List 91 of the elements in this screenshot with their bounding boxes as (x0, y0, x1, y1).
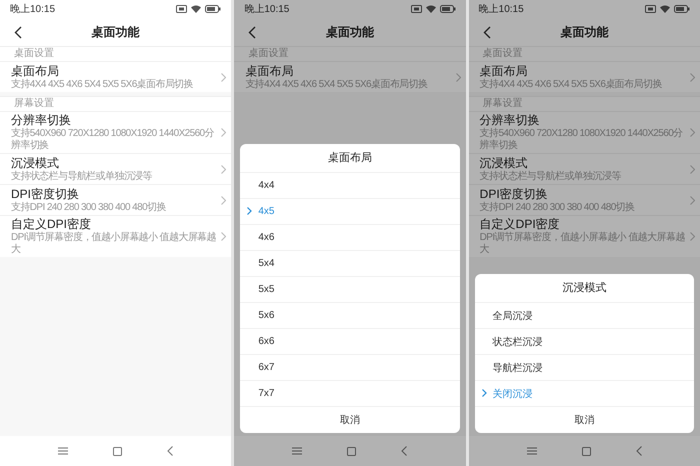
sim-icon (410, 5, 422, 13)
row-title: 桌面布局 (11, 64, 59, 78)
battery-icon (440, 5, 456, 13)
settings-row[interactable]: 分辨率切换 支持540X960 720X1280 1080X1920 1440X2560分辨率切换 (0, 111, 232, 153)
chevron-icon (221, 72, 226, 82)
back-icon[interactable] (14, 26, 22, 39)
sim-icon (176, 5, 188, 13)
chevron-icon (690, 128, 695, 137)
settings-row[interactable]: 自定义DPI密度 DPI调节屏幕密度，值越小屏幕越小 值越大屏幕越大 (468, 215, 700, 257)
row-subtitle: 支持4X4 4X5 4X6 5X4 5X5 5X6桌面布局切换 (480, 78, 662, 90)
row-subtitle: 支持DPI 240 280 300 380 400 480切换 (480, 202, 635, 214)
row-subtitle: 支持DPI 240 280 300 380 400 480切换 (11, 202, 166, 214)
section-label: 桌面设置 (468, 46, 700, 61)
chevron-icon (456, 72, 461, 82)
option-item[interactable]: 6x7 (240, 355, 460, 381)
home-icon[interactable] (582, 446, 591, 456)
option-item[interactable]: 6x6 (240, 329, 460, 355)
back-icon[interactable] (248, 26, 256, 39)
option-item[interactable]: 5x6 (240, 303, 460, 329)
home-icon[interactable] (113, 446, 122, 456)
page-title: 桌面功能 (560, 24, 608, 40)
section-label: 屏幕设置 (468, 96, 700, 111)
option-item[interactable]: 5x4 (240, 251, 460, 277)
chevron-icon (482, 389, 487, 397)
section-label: 桌面设置 (234, 46, 466, 61)
status-time: 晚上10:15 (478, 2, 524, 16)
status-time: 晚上10:15 (244, 2, 290, 16)
option-item[interactable]: 5x5 (240, 277, 460, 303)
chevron-icon (221, 232, 226, 241)
settings-row[interactable]: 桌面布局 支持4X4 4X5 4X6 5X4 5X5 5X6桌面布局切换 (234, 61, 466, 92)
row-title: 自定义DPI密度 (11, 217, 92, 232)
option-item[interactable]: 状态栏沉浸 (474, 329, 694, 355)
battery-icon (674, 5, 690, 13)
option-item[interactable]: 全局沉浸 (474, 303, 694, 329)
option-item[interactable]: 关闭沉浸 (474, 381, 694, 407)
row-title: 沉浸模式 (11, 156, 59, 170)
sim-icon (644, 5, 656, 13)
cancel-button[interactable]: 取消 (474, 407, 694, 433)
row-subtitle: DPI调节屏幕密度，值越小屏幕越小 值越大屏幕越大 (11, 232, 218, 256)
row-subtitle: 支持状态栏与导航栏或单独沉浸等 (11, 170, 152, 182)
chevron-icon (690, 72, 695, 82)
cancel-button[interactable]: 取消 (240, 407, 460, 433)
settings-row[interactable]: DPI密度切换 支持DPI 240 280 300 380 400 480切换 (468, 184, 700, 215)
row-title: 桌面布局 (245, 64, 294, 78)
row-subtitle: 支持状态栏与导航栏或单独沉浸等 (480, 170, 621, 182)
dialog-title: 桌面布局 (240, 144, 460, 173)
dialog-title: 沉浸模式 (474, 274, 694, 303)
row-subtitle: DPI调节屏幕密度，值越小屏幕越小 值越大屏幕越大 (480, 232, 686, 256)
chevron-icon (690, 232, 695, 241)
status-time: 晚上10:15 (10, 2, 56, 16)
chevron-icon (247, 207, 252, 215)
settings-row[interactable]: 自定义DPI密度 DPI调节屏幕密度，值越小屏幕越小 值越大屏幕越大 (0, 215, 232, 257)
wifi-icon (660, 5, 670, 13)
row-subtitle: 支持4X4 4X5 4X6 5X4 5X5 5X6桌面布局切换 (11, 78, 194, 90)
option-item[interactable]: 7x7 (240, 381, 460, 407)
option-item[interactable]: 4x6 (240, 225, 460, 251)
settings-row[interactable]: 分辨率切换 支持540X960 720X1280 1080X1920 1440X2560分辨率切换 (468, 111, 700, 153)
settings-row[interactable]: 沉浸模式 支持状态栏与导航栏或单独沉浸等 (0, 153, 232, 184)
wifi-icon (191, 5, 202, 13)
row-subtitle: 支持540X960 720X1280 1080X1920 1440X2560分辨率切换 (480, 128, 684, 152)
home-icon[interactable] (347, 446, 356, 456)
row-title: DPI密度切换 (480, 186, 548, 202)
settings-row[interactable]: 桌面布局 支持4X4 4X5 4X6 5X4 5X5 5X6桌面布局切换 (0, 61, 232, 92)
row-subtitle: 支持540X960 720X1280 1080X1920 1440X2560分辨率切换 (11, 128, 215, 152)
section-label: 桌面设置 (0, 46, 232, 61)
option-item[interactable]: 导航栏沉浸 (474, 355, 694, 381)
chevron-icon (221, 128, 226, 137)
chevron-icon (221, 196, 226, 204)
page-title: 桌面功能 (326, 24, 374, 40)
row-title: 分辨率切换 (480, 113, 540, 128)
settings-row[interactable]: 沉浸模式 支持状态栏与导航栏或单独沉浸等 (468, 153, 700, 184)
menu-icon[interactable] (58, 447, 68, 455)
row-title: 分辨率切换 (11, 113, 71, 128)
settings-row[interactable]: DPI密度切换 支持DPI 240 280 300 380 400 480切换 (0, 184, 232, 215)
menu-icon[interactable] (292, 447, 302, 455)
wifi-icon (426, 5, 436, 13)
row-subtitle: 支持4X4 4X5 4X6 5X4 5X5 5X6桌面布局切换 (245, 78, 428, 90)
battery-icon (205, 5, 222, 13)
section-label: 屏幕设置 (0, 96, 232, 111)
settings-row[interactable]: 桌面布局 支持4X4 4X5 4X6 5X4 5X5 5X6桌面布局切换 (468, 61, 700, 92)
option-item[interactable]: 4x4 (240, 173, 460, 199)
back-icon[interactable] (482, 26, 491, 39)
row-title: 沉浸模式 (480, 156, 528, 170)
menu-icon[interactable] (526, 447, 537, 455)
chevron-icon (221, 164, 226, 174)
row-title: 自定义DPI密度 (480, 217, 560, 232)
chevron-icon (690, 164, 695, 174)
row-title: 桌面布局 (480, 64, 528, 78)
row-title: DPI密度切换 (11, 186, 80, 202)
chevron-icon (690, 196, 695, 204)
page-title: 桌面功能 (92, 24, 140, 40)
